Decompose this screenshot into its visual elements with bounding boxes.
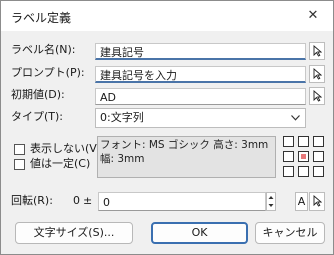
text-size-button[interactable]: 文字サイズ(S)...	[15, 222, 133, 244]
align-middle-left[interactable]	[283, 151, 294, 162]
close-icon[interactable]: ✕	[293, 1, 333, 31]
pointer-icon	[313, 45, 322, 57]
align-bottom-right[interactable]	[313, 166, 324, 177]
prompt-label: プロンプト(P):	[11, 66, 85, 79]
pick-initial-value-button[interactable]	[309, 87, 325, 105]
label-name-label: ラベル名(N):	[11, 43, 76, 56]
align-top-left[interactable]	[283, 136, 294, 147]
font-info-box: フォント: MS ゴシック 高さ: 3mm 幅: 3mm	[97, 136, 276, 178]
pointer-icon	[313, 195, 322, 207]
pick-prompt-button[interactable]	[309, 65, 325, 83]
rotation-label: 回転(R):	[11, 194, 53, 207]
hide-checkbox[interactable]	[14, 144, 25, 155]
label-definition-dialog: ラベル定義 ✕ ラベル名(N): 建具記号 プロンプト(P): 建具記号を入力 …	[0, 0, 334, 255]
align-bottom-left[interactable]	[283, 166, 294, 177]
align-top-center[interactable]	[298, 136, 309, 147]
align-middle-center[interactable]	[298, 151, 309, 162]
type-select[interactable]: 0:文字列	[95, 108, 306, 128]
chevron-down-icon	[291, 115, 300, 121]
align-middle-right[interactable]	[313, 151, 324, 162]
rotation-input[interactable]: 0	[98, 192, 266, 211]
text-direction-button[interactable]: A	[295, 192, 308, 211]
constant-checkbox[interactable]	[14, 159, 25, 170]
prompt-input[interactable]: 建具記号を入力	[95, 66, 306, 83]
rotation-plus-minus-button[interactable]: ±	[83, 194, 92, 207]
dialog-title: ラベル定義	[11, 11, 72, 25]
ok-button[interactable]: OK	[151, 222, 248, 244]
rotation-prefix: 0	[73, 194, 80, 207]
spinner-arrows-icon	[268, 196, 274, 207]
alignment-grid	[283, 136, 325, 178]
title-bar: ラベル定義 ✕	[1, 1, 333, 31]
cancel-button[interactable]: キャンセル	[255, 222, 325, 244]
initial-value-input[interactable]: AD	[95, 88, 306, 105]
rotation-spinner[interactable]	[266, 192, 276, 211]
pick-label-name-button[interactable]	[309, 42, 325, 60]
hide-checkbox-label: 表示しない(V)	[30, 142, 102, 155]
align-bottom-center[interactable]	[298, 166, 309, 177]
align-top-right[interactable]	[313, 136, 324, 147]
pick-rotation-button[interactable]	[309, 192, 325, 211]
pointer-icon	[313, 68, 322, 80]
type-label: タイプ(T):	[11, 110, 64, 123]
pointer-icon	[313, 90, 322, 102]
selected-cell-marker	[301, 154, 306, 159]
initial-value-label: 初期値(D):	[11, 88, 65, 101]
constant-checkbox-label: 値は一定(C)	[30, 157, 91, 170]
label-name-input[interactable]: 建具記号	[95, 43, 306, 60]
type-select-value: 0:文字列	[100, 111, 144, 124]
